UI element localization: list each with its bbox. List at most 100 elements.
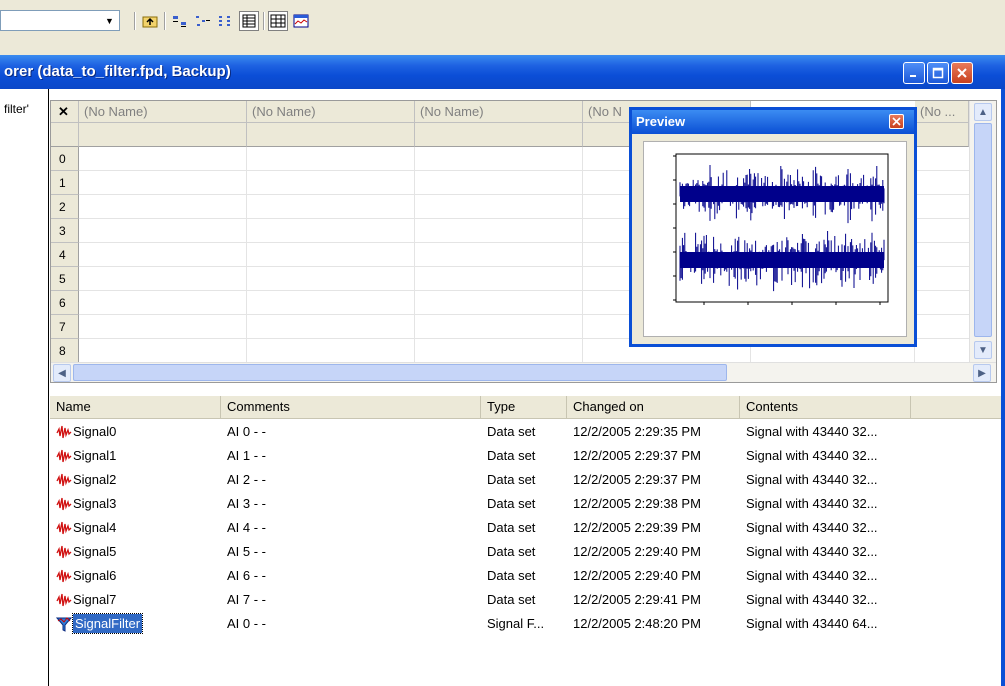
list-item[interactable]: SignalFilter AI 0 - - Signal F... 12/2/2005…	[50, 612, 1001, 636]
signal-icon	[56, 424, 72, 440]
list-item-type: Signal F...	[487, 616, 545, 631]
horizontal-scroll-thumb[interactable]	[73, 364, 727, 381]
minimize-button[interactable]	[903, 62, 925, 84]
list-item[interactable]: Signal3 AI 3 - - Data set 12/2/2005 2:29:38…	[50, 492, 1001, 516]
grid-row-number[interactable]: 3	[51, 219, 79, 243]
grid-column-header[interactable]: (No Name)	[415, 101, 583, 123]
filter-icon	[55, 616, 73, 632]
list-header: Name Comments Type Changed on Contents	[50, 396, 1001, 419]
list-item-changed: 12/2/2005 2:29:40 PM	[573, 568, 701, 583]
list-item-type: Data set	[487, 568, 536, 583]
grid-subheader	[915, 123, 969, 147]
list-item[interactable]: Signal6 AI 6 - - Data set 12/2/2005 2:29:40…	[50, 564, 1001, 588]
table-icon	[270, 14, 286, 28]
grid-row-number[interactable]: 6	[51, 291, 79, 315]
list-item-type: Data set	[487, 520, 536, 535]
list-item-comments: AI 4 - -	[227, 520, 267, 535]
close-icon	[957, 68, 967, 78]
list-item-contents: Signal with 43440 32...	[746, 496, 878, 511]
column-header-comments[interactable]: Comments	[221, 396, 481, 418]
list-item-type: Data set	[487, 592, 536, 607]
list-item-comments: AI 7 - -	[227, 592, 267, 607]
vertical-scroll-thumb[interactable]	[974, 123, 992, 337]
list-item-comments: AI 5 - -	[227, 544, 267, 559]
grid-row-number[interactable]: 1	[51, 171, 79, 195]
list-item-name: Signal6	[73, 568, 117, 583]
column-header-contents[interactable]: Contents	[740, 396, 911, 418]
chart-icon	[293, 14, 309, 28]
small-icons-icon	[196, 16, 210, 26]
close-button[interactable]	[951, 62, 973, 84]
folder-combo[interactable]: ▼	[0, 10, 120, 31]
list-item-contents: Signal with 43440 32...	[746, 472, 878, 487]
grid-column-header[interactable]: (No Name)	[247, 101, 415, 123]
toolbar-separator	[164, 12, 166, 30]
grid-column-header[interactable]: (No Name)	[79, 101, 247, 123]
list-item-contents: Signal with 43440 32...	[746, 568, 878, 583]
list-view-button[interactable]	[216, 11, 236, 31]
toolbar-separator	[263, 12, 265, 30]
signal-icon	[56, 544, 72, 560]
waveform-band	[680, 252, 884, 268]
preview-title: Preview	[636, 114, 686, 129]
close-icon	[892, 117, 901, 126]
toolbar-separator	[134, 12, 136, 30]
grid-line	[414, 147, 415, 362]
grid-row-number[interactable]: 8	[51, 339, 79, 363]
list-item-contents: Signal with 43440 32...	[746, 520, 878, 535]
scroll-right-icon[interactable]: ▶	[973, 364, 991, 382]
up-folder-icon	[142, 16, 158, 28]
grid-subheader	[51, 123, 79, 147]
window-titlebar[interactable]: orer (data_to_filter.fpd, Backup)	[0, 55, 1005, 89]
scroll-down-icon[interactable]: ▼	[974, 341, 992, 359]
grid-row-number[interactable]: 2	[51, 195, 79, 219]
left-pane-label: filter'	[4, 102, 29, 116]
minimize-icon	[910, 75, 916, 77]
list-item[interactable]: Signal4 AI 4 - - Data set 12/2/2005 2:29:39…	[50, 516, 1001, 540]
up-folder-button[interactable]	[140, 11, 160, 31]
details-view-button[interactable]	[239, 11, 259, 31]
column-header-name[interactable]: Name	[50, 396, 221, 418]
list-item[interactable]: Signal2 AI 2 - - Data set 12/2/2005 2:29:37…	[50, 468, 1001, 492]
list-item-name: Signal4	[73, 520, 117, 535]
column-header-type[interactable]: Type	[481, 396, 567, 418]
list-item-changed: 12/2/2005 2:29:37 PM	[573, 448, 701, 463]
list-item-changed: 12/2/2005 2:29:38 PM	[573, 496, 701, 511]
grid-row-number[interactable]: 7	[51, 315, 79, 339]
signal-icon	[56, 520, 72, 536]
table-view-button[interactable]	[268, 11, 288, 31]
list-item-changed: 12/2/2005 2:29:35 PM	[573, 424, 701, 439]
maximize-button[interactable]	[927, 62, 949, 84]
list-item[interactable]: Signal5 AI 5 - - Data set 12/2/2005 2:29:40…	[50, 540, 1001, 564]
signal-icon	[56, 496, 72, 512]
column-header-changed-on[interactable]: Changed on	[567, 396, 740, 418]
small-icons-button[interactable]	[193, 11, 213, 31]
scroll-left-icon[interactable]: ◀	[53, 364, 71, 382]
list-item-contents: Signal with 43440 32...	[746, 424, 878, 439]
preview-close-button[interactable]	[889, 114, 904, 129]
list-item[interactable]: Signal1 AI 1 - - Data set 12/2/2005 2:29:37…	[50, 444, 1001, 468]
preview-titlebar[interactable]: Preview	[632, 110, 914, 134]
list-item[interactable]: Signal7 AI 7 - - Data set 12/2/2005 2:29:41…	[50, 588, 1001, 612]
large-icons-button[interactable]	[170, 11, 190, 31]
chart-view-button[interactable]	[291, 11, 311, 31]
grid-row-number[interactable]: 0	[51, 147, 79, 171]
chevron-down-icon[interactable]: ▼	[101, 12, 118, 29]
grid-corner-delete[interactable]: ✕	[51, 101, 79, 123]
list-view-icon	[219, 16, 230, 26]
maximize-icon	[932, 67, 944, 79]
grid-row-number[interactable]: 4	[51, 243, 79, 267]
list-item-contents: Signal with 43440 64...	[746, 616, 878, 631]
grid-row-number[interactable]: 5	[51, 267, 79, 291]
list-item-comments: AI 1 - -	[227, 448, 267, 463]
grid-column-header[interactable]: (No ...	[915, 101, 969, 123]
scroll-up-icon[interactable]: ▲	[974, 103, 992, 121]
waveform-band	[680, 186, 884, 202]
signal-waveform-thumbnail	[673, 153, 889, 305]
signal-icon	[56, 592, 72, 608]
list-item-comments: AI 0 - -	[227, 616, 267, 631]
grid-horizontal-scrollbar[interactable]: ◀ ▶	[51, 362, 996, 382]
list-item[interactable]: Signal0 AI 0 - - Data set 12/2/2005 2:29:35…	[50, 420, 1001, 444]
grid-vertical-scrollbar[interactable]: ▲ ▼	[969, 101, 996, 362]
toolbar: ▼	[0, 0, 1005, 44]
